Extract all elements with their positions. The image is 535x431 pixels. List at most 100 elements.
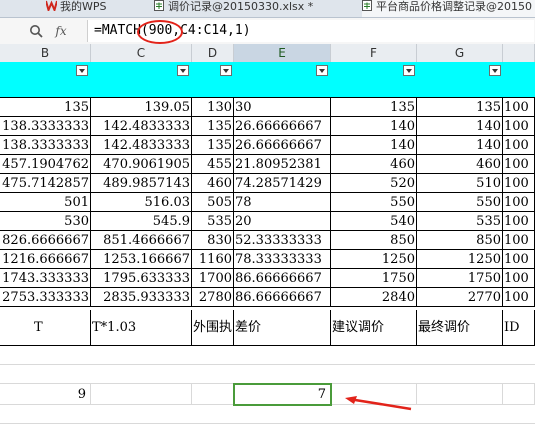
cell-e[interactable]: 26.66666667 [234,136,331,155]
cell-h[interactable]: 100 [503,174,535,193]
cell-b[interactable]: 475.7142857 [0,174,91,193]
cell-e[interactable]: 52.33333333 [234,231,331,250]
label-cell[interactable]: T*1.03 [91,310,192,346]
cell-c[interactable]: 470.9061905 [91,155,192,174]
filter-dropdown-button[interactable] [220,65,232,76]
cell-g[interactable]: 550 [417,193,503,212]
cell-h[interactable]: 100 [503,98,535,117]
cell-f[interactable]: 140 [331,136,417,155]
cell-f[interactable]: 2840 [331,288,417,307]
cell-c[interactable]: 489.9857143 [91,174,192,193]
label-cell[interactable]: ID [503,310,535,346]
filter-dropdown-button[interactable] [403,65,415,76]
cell-e[interactable]: 86.66666667 [234,269,331,288]
cell-h[interactable]: 100 [503,117,535,136]
cell-h[interactable]: 100 [503,288,535,307]
cell-g[interactable]: 460 [417,155,503,174]
cell-d[interactable]: 135 [192,136,234,155]
magnifier-icon[interactable] [26,21,46,41]
cell-f[interactable]: 140 [331,117,417,136]
cell-b[interactable]: 530 [0,212,91,231]
cell-d[interactable]: 135 [192,117,234,136]
cell-c[interactable]: 2835.933333 [91,288,192,307]
cell-b[interactable]: 1216.666667 [0,250,91,269]
tab-file-1[interactable]: 调价记录@20150330.xlsx * [154,0,354,17]
cell-g[interactable]: 2770 [417,288,503,307]
cell-g[interactable]: 1250 [417,250,503,269]
cell-e[interactable]: 74.28571429 [234,174,331,193]
cell-g[interactable]: 140 [417,117,503,136]
empty-cell[interactable] [417,384,503,405]
label-cell[interactable]: 最终调价 [417,310,503,346]
cell-h[interactable]: 100 [503,250,535,269]
cell-c[interactable]: 516.03 [91,193,192,212]
cell-b[interactable]: 457.1904762 [0,155,91,174]
column-header-g[interactable]: G [417,44,503,62]
column-header-c[interactable]: C [91,44,192,62]
cell-f[interactable]: 1250 [331,250,417,269]
filter-dropdown-button[interactable] [489,65,501,76]
column-header-e[interactable]: E [234,44,331,62]
cell-e[interactable]: 30 [234,98,331,117]
cell-d[interactable]: 505 [192,193,234,212]
cell-g[interactable]: 135 [417,98,503,117]
cell-b[interactable]: 135 [0,98,91,117]
cell-c[interactable]: 851.4666667 [91,231,192,250]
result-cell-b[interactable]: 9 [0,384,91,405]
cell-e[interactable]: 20 [234,212,331,231]
cell-f[interactable]: 550 [331,193,417,212]
cell-h[interactable]: 100 [503,231,535,250]
cell-g[interactable]: 1750 [417,269,503,288]
function-icon[interactable]: fx [50,21,72,41]
cell-c[interactable]: 142.4833333 [91,117,192,136]
tab-file-2[interactable]: 平台商品价格调整记录@20150 [362,0,535,17]
cell-b[interactable]: 1743.333333 [0,269,91,288]
cell-f[interactable]: 540 [331,212,417,231]
tab-my-wps[interactable]: 我的WPS [46,0,146,17]
cell-e[interactable]: 78 [234,193,331,212]
column-header-d[interactable]: D [192,44,234,62]
cell-e[interactable]: 26.66666667 [234,117,331,136]
cell-e[interactable]: 86.66666667 [234,288,331,307]
column-header-h[interactable] [503,44,535,62]
cell-d[interactable]: 1700 [192,269,234,288]
cell-d[interactable]: 460 [192,174,234,193]
cell-f[interactable]: 1750 [331,269,417,288]
label-cell[interactable]: T [0,310,91,346]
cell-d[interactable]: 130 [192,98,234,117]
cell-h[interactable]: 100 [503,136,535,155]
cell-c[interactable]: 1253.166667 [91,250,192,269]
column-header-b[interactable]: B [0,44,91,62]
cell-d[interactable]: 2780 [192,288,234,307]
filter-dropdown-button[interactable] [316,65,328,76]
filter-dropdown-button[interactable] [76,65,88,76]
label-cell[interactable]: 外围执 [192,310,234,346]
empty-cell[interactable] [91,384,192,405]
cell-g[interactable]: 510 [417,174,503,193]
cell-e[interactable]: 78.33333333 [234,250,331,269]
cell-b[interactable]: 826.6666667 [0,231,91,250]
cell-g[interactable]: 535 [417,212,503,231]
cell-h[interactable]: 100 [503,212,535,231]
cell-f[interactable]: 135 [331,98,417,117]
cell-c[interactable]: 1795.633333 [91,269,192,288]
cell-g[interactable]: 140 [417,136,503,155]
cell-c[interactable]: 545.9 [91,212,192,231]
cell-f[interactable]: 460 [331,155,417,174]
cell-f[interactable]: 850 [331,231,417,250]
label-cell[interactable]: 差价 [234,310,331,346]
label-cell[interactable]: 建议调价 [331,310,417,346]
cell-h[interactable]: 100 [503,193,535,212]
cell-h[interactable]: 100 [503,155,535,174]
cell-b[interactable]: 138.3333333 [0,117,91,136]
cell-h[interactable]: 100 [503,269,535,288]
column-header-f[interactable]: F [331,44,417,62]
empty-cell[interactable] [503,384,535,405]
cell-d[interactable]: 1160 [192,250,234,269]
cell-d[interactable]: 535 [192,212,234,231]
empty-cell[interactable] [192,384,234,405]
cell-d[interactable]: 455 [192,155,234,174]
cell-c[interactable]: 142.4833333 [91,136,192,155]
cell-c[interactable]: 139.05 [91,98,192,117]
cell-f[interactable]: 520 [331,174,417,193]
